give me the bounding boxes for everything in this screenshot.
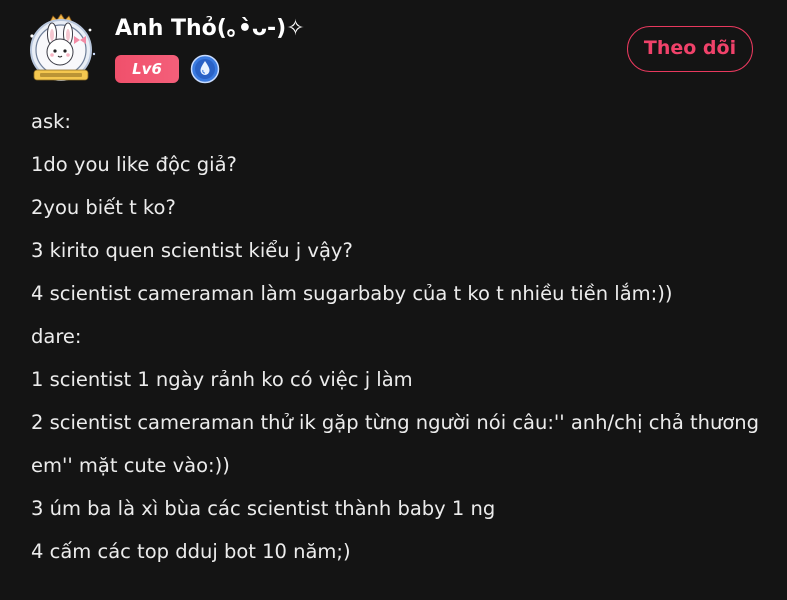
post-line: 1 scientist 1 ngày rảnh ko có việc j làm	[31, 368, 413, 391]
post-line: 1do you like độc giả?	[31, 153, 237, 176]
post-header: Anh Thỏ(｡•̀ᴗ-)✧ Lv6 Theo dõi	[0, 0, 787, 100]
level-badge: Lv6	[115, 55, 179, 83]
post-line: 2 scientist cameraman thử ik gặp từng ng…	[31, 411, 760, 477]
post-card: Anh Thỏ(｡•̀ᴗ-)✧ Lv6 Theo dõi ask: 1do yo…	[0, 0, 787, 600]
user-badges: Lv6	[115, 54, 220, 84]
avatar[interactable]	[22, 14, 100, 86]
username[interactable]: Anh Thỏ(｡•̀ᴗ-)✧	[115, 14, 305, 44]
post-line: dare:	[31, 325, 82, 348]
follow-button[interactable]: Theo dõi	[627, 26, 753, 72]
post-line: 3 kirito quen scientist kiểu j vậy?	[31, 239, 353, 262]
post-line: 3 úm ba là xì bùa các scientist thành ba…	[31, 497, 496, 520]
post-line: ask:	[31, 110, 71, 133]
post-line: 2you biết t ko?	[31, 196, 176, 219]
post-content: ask: 1do you like độc giả? 2you biết t k…	[31, 100, 766, 573]
post-line: 4 scientist cameraman làm sugarbaby của …	[31, 282, 673, 305]
blue-droplet-badge-icon	[190, 54, 220, 84]
post-line: 4 cấm các top dduj bot 10 năm;)	[31, 540, 351, 563]
